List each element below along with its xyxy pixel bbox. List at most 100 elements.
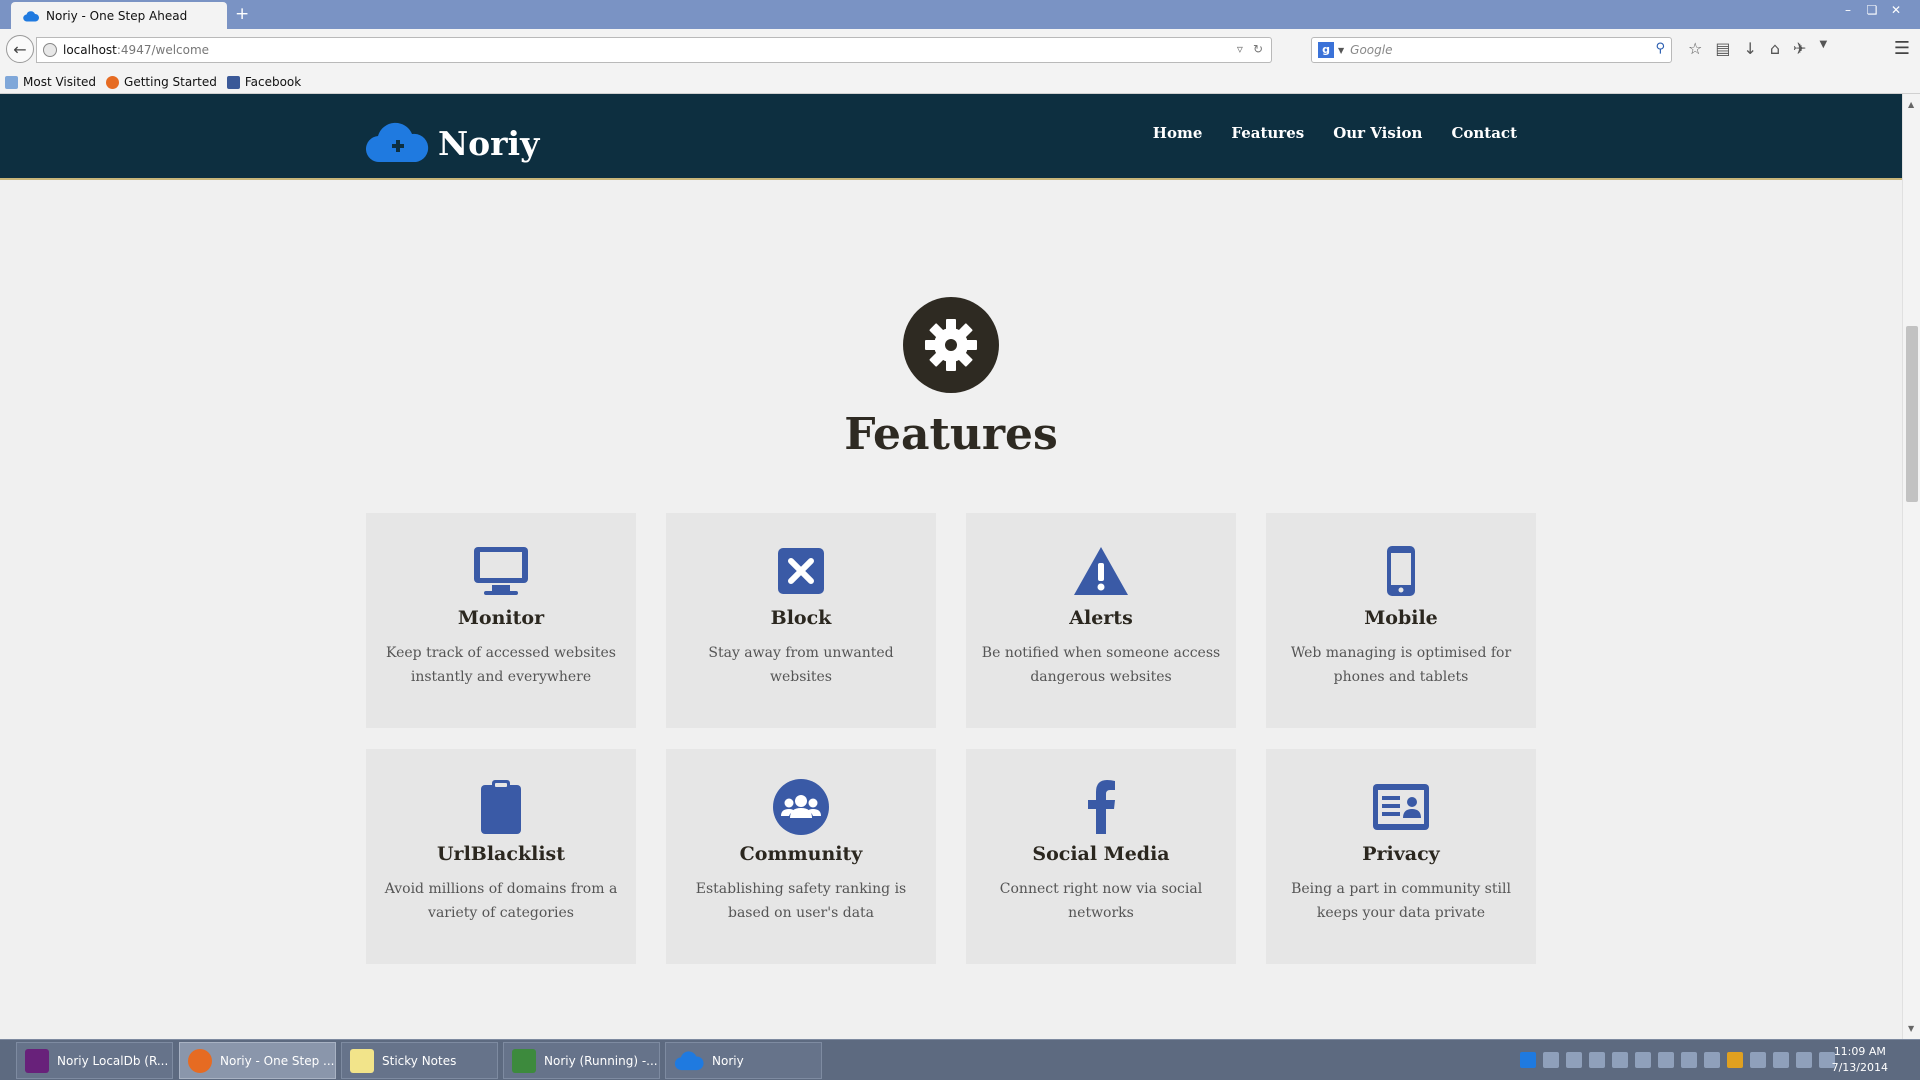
logo[interactable]: Noriy [366,122,539,164]
nav-home[interactable]: Home [1153,124,1203,142]
url-path: :4947/welcome [116,43,210,57]
tray-app-icon[interactable] [1704,1052,1720,1068]
feature-title: UrlBlacklist [436,843,566,865]
feature-title: Alerts [1069,607,1133,629]
bookmark-most-visited[interactable]: Most Visited [5,75,96,89]
reading-list-icon[interactable]: ▤ [1715,39,1730,58]
clock[interactable]: 11:09 AM 7/13/2014 [1832,1044,1888,1076]
scroll-down-icon[interactable]: ▼ [1908,1024,1914,1033]
search-input[interactable]: g ▼ Google ⚲ [1311,37,1672,63]
browser-tab[interactable]: Noriy - One Step Ahead [11,2,227,30]
arrow-left-icon: ← [13,39,27,59]
feature-description: Web managing is optimised for phones and… [1290,645,1512,685]
tray-app-icon[interactable] [1612,1052,1628,1068]
feature-description: Connect right now via social networks [999,881,1203,921]
tray-app-icon[interactable] [1750,1052,1766,1068]
cloud-icon [674,1050,704,1070]
site-header: Noriy Home Features Our Vision Contact [0,94,1902,180]
scroll-up-icon[interactable]: ▲ [1908,100,1914,109]
feature-card: UrlBlacklist Avoid millions of domains f… [366,749,636,964]
window-controls: – ❏ ✕ [1836,0,1908,20]
main-nav: Home Features Our Vision Contact [1153,124,1517,142]
bookmarks-bar: Most Visited Getting Started Facebook [0,71,1920,94]
taskbar-item-visual-studio[interactable]: Noriy LocalDb (R... [16,1042,173,1079]
new-tab-button[interactable]: + [235,4,249,24]
bookmark-facebook[interactable]: Facebook [226,75,301,89]
url-bar[interactable]: localhost:4947/welcome ▿ ↻ [36,37,1272,63]
tray-app-icon[interactable] [1566,1052,1582,1068]
cloud-plus-icon [366,122,429,163]
warning-icon [966,543,1236,599]
chevron-down-icon[interactable]: ▼ [1338,46,1344,55]
browser-toolbar: ← localhost:4947/welcome ▿ ↻ g ▼ Google ⚲… [0,29,1920,71]
feature-title: Monitor [457,607,545,629]
restore-icon[interactable]: ❏ [1860,0,1884,20]
tray-app-icon[interactable] [1681,1052,1697,1068]
home-icon[interactable]: ⌂ [1770,39,1780,58]
nav-contact[interactable]: Contact [1451,124,1517,142]
network-icon[interactable] [1796,1052,1812,1068]
addon-icon[interactable]: ✈ [1793,39,1806,58]
url-host: localhost [63,43,117,57]
feature-card: Monitor Keep track of accessed websites … [366,513,636,728]
clipboard-icon [366,779,636,835]
feature-description: Being a part in community still keeps yo… [1291,881,1511,921]
vertical-scrollbar[interactable]: ▲ ▼ [1902,94,1920,1039]
feature-title: Block [770,607,832,629]
tab-title: Noriy - One Step Ahead [46,9,188,23]
clock-date: 7/13/2014 [1831,1061,1888,1074]
facebook-icon [226,75,240,89]
id-card-icon [1266,779,1536,835]
tray-app-icon[interactable] [1635,1052,1651,1068]
taskbar-item-firefox[interactable]: Noriy - One Step ... [179,1042,336,1079]
search-icon[interactable]: ⚲ [1655,41,1665,56]
clock-time: 11:09 AM [1833,1045,1886,1058]
taskbar-item-noriy-running[interactable]: Noriy (Running) -... [503,1042,660,1079]
feature-title: Mobile [1364,607,1438,629]
tray-app-icon[interactable] [1589,1052,1605,1068]
menu-icon[interactable]: ☰ [1894,38,1910,59]
taskbar-item-noriy[interactable]: Noriy [665,1042,822,1079]
dropdown-arrow-icon[interactable]: ▿ [1237,42,1243,56]
section-title: Features [844,409,1058,460]
search-placeholder: Google [1350,43,1393,57]
visual-studio-icon [25,1048,49,1073]
feature-title: Social Media [1032,843,1170,865]
bookmark-star-icon[interactable]: ☆ [1688,39,1702,58]
feature-title: Privacy [1362,843,1440,865]
monitor-icon [366,543,636,599]
feature-card: Community Establishing safety ranking is… [666,749,936,964]
scrollbar-thumb[interactable] [1906,326,1918,502]
feature-card: Social Media Connect right now via socia… [966,749,1236,964]
feature-description: Avoid millions of domains from a variety… [384,881,618,921]
minimize-icon[interactable]: – [1836,0,1860,20]
tray-cloud-icon[interactable] [1520,1052,1536,1068]
feature-description: Be notified when someone access dangerou… [981,645,1221,685]
cloud-icon [23,10,39,22]
bookmark-getting-started[interactable]: Getting Started [106,75,217,89]
feature-card: Mobile Web managing is optimised for pho… [1266,513,1536,728]
taskbar-item-sticky-notes[interactable]: Sticky Notes [341,1042,498,1079]
tray-app-icon[interactable] [1727,1052,1743,1068]
taskbar: Noriy LocalDb (R... Noriy - One Step ...… [0,1039,1920,1080]
close-icon[interactable]: ✕ [1884,0,1908,20]
firefox-icon [188,1048,212,1073]
feature-card: Alerts Be notified when someone access d… [966,513,1236,728]
nav-features[interactable]: Features [1231,124,1304,142]
chevron-down-icon[interactable]: ▼ [1819,39,1827,58]
brand-name: Noriy [438,123,540,163]
facebook-icon [966,779,1236,835]
google-icon: g [1318,42,1334,58]
community-icon [666,779,936,835]
reload-icon[interactable]: ↻ [1253,42,1263,56]
tray-app-icon[interactable] [1658,1052,1674,1068]
features-grid: Monitor Keep track of accessed websites … [366,513,1536,964]
nav-our-vision[interactable]: Our Vision [1333,124,1422,142]
mobile-icon [1266,543,1536,599]
download-icon[interactable]: ↓ [1743,39,1756,58]
sticky-notes-icon [350,1048,374,1073]
flag-icon[interactable] [1773,1052,1789,1068]
tray-app-icon[interactable] [1543,1052,1559,1068]
window-titlebar: Noriy - One Step Ahead + – ❏ ✕ [0,0,1920,30]
back-button[interactable]: ← [6,35,34,63]
